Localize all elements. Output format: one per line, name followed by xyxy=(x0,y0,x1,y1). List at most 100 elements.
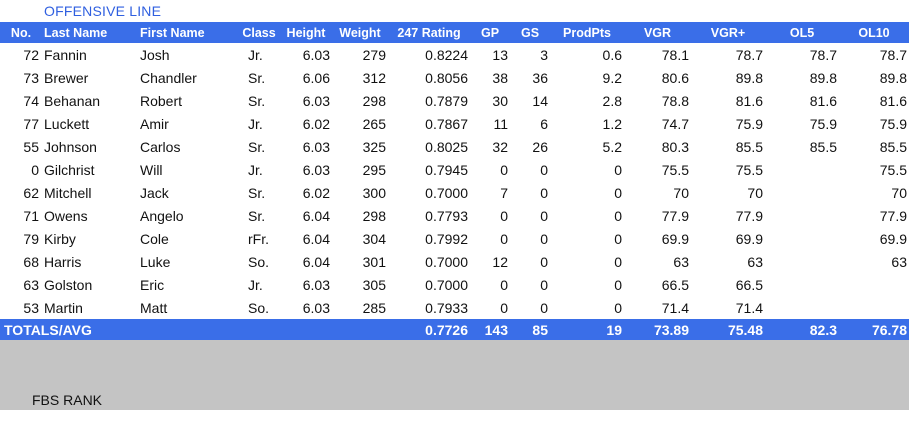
cell-height: 6.02 xyxy=(302,184,330,201)
col-header-weight[interactable]: Weight xyxy=(332,22,388,43)
cell-no: 74 xyxy=(23,92,39,109)
cell-vgr-plus: 81.6 xyxy=(735,92,763,109)
cell-first-name: Amir xyxy=(140,115,169,132)
cell-height: 6.04 xyxy=(302,230,330,247)
cell-247-rating: 0.7933 xyxy=(425,299,468,316)
cell-vgr-plus: 75.9 xyxy=(735,115,763,132)
cell-no: 55 xyxy=(23,138,39,155)
cell-first-name: Will xyxy=(140,161,163,178)
totals-prodpts: 19 xyxy=(606,322,622,338)
cell-gs: 3 xyxy=(540,46,548,63)
cell-ol5 xyxy=(765,273,839,296)
totals-label: TOTALS/AVG xyxy=(4,322,92,338)
cell-247-rating: 0.7000 xyxy=(425,276,468,293)
cell-gp: 0 xyxy=(500,230,508,247)
cell-first-name: Angelo xyxy=(140,207,184,224)
cell-weight: 295 xyxy=(362,161,386,178)
col-header-vgr[interactable]: VGR xyxy=(624,22,691,43)
cell-last-name: Mitchell xyxy=(44,184,92,201)
col-header-height[interactable]: Height xyxy=(280,22,332,43)
cell-gs: 0 xyxy=(540,253,548,270)
col-header-first-name[interactable]: First Name xyxy=(140,22,238,43)
cell-last-name: Luckett xyxy=(44,115,90,132)
col-header-class[interactable]: Class xyxy=(238,22,280,43)
cell-vgr: 71.4 xyxy=(661,299,689,316)
cell-class: Jr. xyxy=(248,46,263,63)
table-row[interactable]: 63 Golston Eric Jr. 6.03 305 0.7000 0 0 0 66.5 66.5 xyxy=(0,273,909,296)
cell-247-rating: 0.7793 xyxy=(425,207,468,224)
totals-ol10: 76.78 xyxy=(871,322,907,338)
cell-class: So. xyxy=(248,299,270,316)
col-header-vgr-plus[interactable]: VGR+ xyxy=(691,22,765,43)
cell-weight: 312 xyxy=(362,69,386,86)
cell-ol10: 89.8 xyxy=(879,69,907,86)
cell-weight: 300 xyxy=(362,184,386,201)
table-row[interactable]: 53 Martin Matt So. 6.03 285 0.7933 0 0 0 71.4 71.4 xyxy=(0,296,909,319)
cell-ol5 xyxy=(765,296,839,319)
cell-247-rating: 0.7992 xyxy=(425,230,468,247)
cell-ol5: 81.6 xyxy=(809,92,837,109)
cell-gs: 36 xyxy=(532,69,548,86)
totals-row: TOTALS/AVG 0.7726 143 85 19 73.89 75.48 … xyxy=(0,319,909,341)
col-header-ol10[interactable]: OL10 xyxy=(839,22,909,43)
cell-ol5: 78.7 xyxy=(809,46,837,63)
table-row[interactable]: 79 Kirby Cole rFr. 6.04 304 0.7992 0 0 0 69.9 69.9 6… xyxy=(0,227,909,250)
table-row[interactable]: 77 Luckett Amir Jr. 6.02 265 0.7867 11 6 1.2 74.7 7… xyxy=(0,112,909,135)
gray-band xyxy=(0,340,909,410)
col-header-prodpts[interactable]: ProdPts xyxy=(550,22,624,43)
cell-ol5 xyxy=(765,204,839,227)
col-header-no[interactable]: No. xyxy=(0,22,42,43)
table-row[interactable]: 68 Harris Luke So. 6.04 301 0.7000 12 0 0 63 63 63 xyxy=(0,250,909,273)
cell-ol5 xyxy=(765,250,839,273)
cell-no: 68 xyxy=(23,253,39,270)
cell-vgr: 80.3 xyxy=(661,138,689,155)
cell-ol5: 89.8 xyxy=(809,69,837,86)
table-row[interactable]: 62 Mitchell Jack Sr. 6.02 300 0.7000 7 0 0 70 70 70 xyxy=(0,181,909,204)
cell-first-name: Matt xyxy=(140,299,168,316)
cell-ol10: 69.9 xyxy=(879,230,907,247)
cell-class: Sr. xyxy=(248,69,266,86)
cell-first-name: Josh xyxy=(140,46,170,63)
cell-last-name: Martin xyxy=(44,299,83,316)
col-header-gs[interactable]: GS xyxy=(510,22,550,43)
cell-ol10 xyxy=(839,296,909,319)
cell-weight: 279 xyxy=(362,46,386,63)
cell-gs: 6 xyxy=(540,115,548,132)
cell-no: 62 xyxy=(23,184,39,201)
cell-247-rating: 0.8056 xyxy=(425,69,468,86)
cell-height: 6.03 xyxy=(302,46,330,63)
cell-ol10: 81.6 xyxy=(879,92,907,109)
cell-vgr: 78.1 xyxy=(661,46,689,63)
col-header-gp[interactable]: GP xyxy=(470,22,510,43)
cell-gp: 7 xyxy=(500,184,508,201)
cell-height: 6.03 xyxy=(302,138,330,155)
col-header-ol5[interactable]: OL5 xyxy=(765,22,839,43)
table-row[interactable]: 0 Gilchrist Will Jr. 6.03 295 0.7945 0 0 0 75.5 75.… xyxy=(0,158,909,181)
cell-first-name: Jack xyxy=(140,184,169,201)
cell-gp: 0 xyxy=(500,161,508,178)
header-row: No. Last Name First Name Class Height We… xyxy=(0,22,909,43)
cell-vgr: 70 xyxy=(673,184,689,201)
cell-gp: 32 xyxy=(492,138,508,155)
cell-weight: 325 xyxy=(362,138,386,155)
cell-247-rating: 0.7879 xyxy=(425,92,468,109)
cell-vgr-plus: 75.5 xyxy=(735,161,763,178)
cell-first-name: Carlos xyxy=(140,138,181,155)
table-row[interactable]: 55 Johnson Carlos Sr. 6.03 325 0.8025 32 26 5.2 80… xyxy=(0,135,909,158)
cell-prodpts: 1.2 xyxy=(602,115,622,132)
table-row[interactable]: 74 Behanan Robert Sr. 6.03 298 0.7879 30 14 2.8 78… xyxy=(0,89,909,112)
cell-prodpts: 5.2 xyxy=(602,138,622,155)
col-header-247-rating[interactable]: 247 Rating xyxy=(388,22,470,43)
table-row[interactable]: 71 Owens Angelo Sr. 6.04 298 0.7793 0 0 0 77.9 77.9… xyxy=(0,204,909,227)
cell-247-rating: 0.7867 xyxy=(425,115,468,132)
cell-ol5 xyxy=(765,181,839,204)
cell-vgr-plus: 63 xyxy=(747,253,763,270)
cell-class: Sr. xyxy=(248,207,266,224)
cell-ol10 xyxy=(839,273,909,296)
cell-gp: 0 xyxy=(500,276,508,293)
cell-gs: 0 xyxy=(540,230,548,247)
cell-vgr: 77.9 xyxy=(661,207,689,224)
table-row[interactable]: 72 Fannin Josh Jr. 6.03 279 0.8224 13 3 0.6 78.1 78… xyxy=(0,43,909,66)
col-header-last-name[interactable]: Last Name xyxy=(42,22,140,43)
table-row[interactable]: 73 Brewer Chandler Sr. 6.06 312 0.8056 38 36 9.2 8… xyxy=(0,66,909,89)
